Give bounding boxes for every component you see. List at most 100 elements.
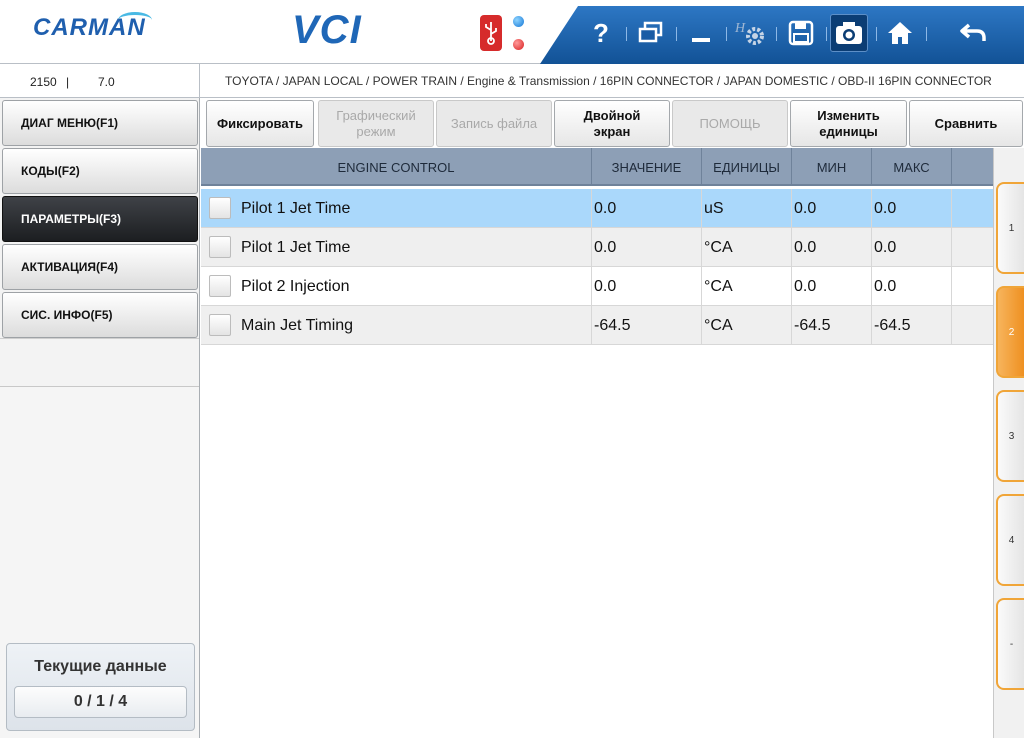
sidebar: ДИАГ МЕНЮ(F1) КОДЫ(F2) ПАРАМЕТРЫ(F3) АКТ… bbox=[0, 98, 200, 738]
settings-icon[interactable]: H bbox=[732, 14, 770, 52]
toolbar-divider bbox=[776, 27, 777, 41]
sidebar-item-parameters[interactable]: ПАРАМЕТРЫ(F3) bbox=[2, 196, 198, 242]
save-icon[interactable] bbox=[782, 14, 820, 52]
param-max: -64.5 bbox=[872, 306, 952, 345]
app-title: VCI bbox=[292, 8, 362, 52]
param-value: -64.5 bbox=[592, 306, 702, 345]
help-icon[interactable]: ? bbox=[582, 14, 620, 52]
page-tab-1[interactable]: 1 bbox=[996, 182, 1024, 274]
param-min: 0.0 bbox=[792, 228, 872, 267]
table-row[interactable]: Pilot 2 Injection 0.0 °CA 0.0 0.0 bbox=[201, 267, 993, 306]
row-checkbox[interactable] bbox=[209, 275, 231, 297]
param-value: 0.0 bbox=[592, 228, 702, 267]
param-min: 0.0 bbox=[792, 267, 872, 306]
help-button[interactable]: ПОМОЩЬ bbox=[672, 100, 788, 147]
logo-arc-icon bbox=[118, 12, 152, 28]
param-name: Pilot 2 Injection bbox=[241, 277, 350, 295]
toolbar-divider bbox=[876, 27, 877, 41]
sidebar-item-label: ПАРАМЕТРЫ(F3) bbox=[21, 212, 121, 226]
sidebar-item-label: СИС. ИНФО(F5) bbox=[21, 308, 113, 322]
sidebar-item-codes[interactable]: КОДЫ(F2) bbox=[2, 148, 198, 194]
dual-screen-label-line2: экран bbox=[593, 123, 631, 139]
live-data-panel: Текущие данные 0 / 1 / 4 bbox=[6, 643, 195, 731]
param-name-cell: Main Jet Timing bbox=[201, 306, 592, 345]
page-tab-5[interactable]: - bbox=[996, 598, 1024, 690]
graph-mode-button[interactable]: Графический режим bbox=[318, 100, 434, 147]
sidebar-item-label: КОДЫ(F2) bbox=[21, 164, 80, 178]
row-checkbox[interactable] bbox=[209, 314, 231, 336]
param-max: 0.0 bbox=[872, 267, 952, 306]
usb-icon bbox=[480, 15, 502, 51]
dual-screen-label-line1: Двойной bbox=[583, 107, 641, 123]
graph-mode-label-line1: Графический bbox=[336, 107, 416, 123]
breadcrumb: TOYOTA / JAPAN LOCAL / POWER TRAIN / Eng… bbox=[225, 74, 992, 88]
compare-button[interactable]: Сравнить bbox=[909, 100, 1023, 147]
param-min: -64.5 bbox=[792, 306, 872, 345]
sidebar-item-diag-menu[interactable]: ДИАГ МЕНЮ(F1) bbox=[2, 100, 198, 146]
status-led-red-icon bbox=[513, 39, 524, 50]
row-checkbox[interactable] bbox=[209, 236, 231, 258]
column-header-min[interactable]: МИН bbox=[792, 148, 872, 186]
toolbar-divider bbox=[926, 27, 927, 41]
window-icon[interactable] bbox=[632, 14, 670, 52]
toolbar-divider bbox=[726, 27, 727, 41]
svg-text:H: H bbox=[734, 21, 746, 36]
page-tab-2[interactable]: 2 bbox=[996, 286, 1024, 378]
dual-screen-button[interactable]: Двойной экран bbox=[554, 100, 670, 147]
param-name: Main Jet Timing bbox=[241, 316, 354, 334]
column-header-max[interactable]: МАКС bbox=[872, 148, 952, 186]
help-label: ПОМОЩЬ bbox=[699, 115, 761, 131]
column-header-name[interactable]: ENGINE CONTROL bbox=[201, 148, 592, 186]
record-file-label: Запись файла bbox=[450, 115, 538, 131]
param-unit: °CA bbox=[702, 228, 792, 267]
fix-button-label: Фиксировать bbox=[217, 115, 303, 131]
home-icon[interactable] bbox=[881, 14, 919, 52]
fix-button[interactable]: Фиксировать bbox=[206, 100, 314, 147]
param-min: 0.0 bbox=[792, 189, 872, 228]
table-row[interactable]: Pilot 1 Jet Time 0.0 uS 0.0 0.0 bbox=[201, 189, 993, 228]
param-unit: °CA bbox=[702, 267, 792, 306]
function-bar: Фиксировать Графический режим Запись фай… bbox=[201, 98, 1024, 148]
compare-label: Сравнить bbox=[934, 115, 998, 131]
info-separator: | bbox=[66, 75, 70, 89]
back-icon[interactable] bbox=[954, 14, 992, 52]
param-value: 0.0 bbox=[592, 189, 702, 228]
row-checkbox[interactable] bbox=[209, 197, 231, 219]
device-code: 2150 bbox=[30, 75, 57, 89]
device-info: 2150 | 7.0 bbox=[0, 64, 200, 98]
graph-mode-label-line2: режим bbox=[356, 123, 396, 139]
param-value: 0.0 bbox=[592, 267, 702, 306]
sidebar-item-label: АКТИВАЦИЯ(F4) bbox=[21, 260, 118, 274]
camera-icon[interactable] bbox=[830, 14, 868, 52]
sidebar-item-system-info[interactable]: СИС. ИНФО(F5) bbox=[2, 292, 198, 338]
param-max: 0.0 bbox=[872, 189, 952, 228]
column-header-units[interactable]: ЕДИНИЦЫ bbox=[702, 148, 792, 186]
info-bar: 2150 | 7.0 TOYOTA / JAPAN LOCAL / POWER … bbox=[0, 64, 1024, 98]
column-header-value[interactable]: ЗНАЧЕНИЕ bbox=[592, 148, 702, 186]
table-row[interactable]: Main Jet Timing -64.5 °CA -64.5 -64.5 bbox=[201, 306, 993, 345]
minimize-icon[interactable] bbox=[682, 14, 720, 52]
param-name-cell: Pilot 1 Jet Time bbox=[201, 189, 592, 228]
sidebar-divider bbox=[0, 338, 199, 339]
change-units-label-line2: единицы bbox=[819, 123, 878, 139]
sidebar-item-activation[interactable]: АКТИВАЦИЯ(F4) bbox=[2, 244, 198, 290]
toolbar-divider bbox=[826, 27, 827, 41]
software-version: 7.0 bbox=[98, 75, 115, 89]
live-data-title: Текущие данные bbox=[34, 658, 167, 675]
param-name-cell: Pilot 2 Injection bbox=[201, 267, 592, 306]
page-tab-4[interactable]: 4 bbox=[996, 494, 1024, 586]
param-name: Pilot 1 Jet Time bbox=[241, 238, 351, 256]
param-name: Pilot 1 Jet Time bbox=[241, 199, 351, 217]
app-header: CARMAN VCI ? H bbox=[0, 0, 1024, 64]
page-tab-3[interactable]: 3 bbox=[996, 390, 1024, 482]
live-data-count: 0 / 1 / 4 bbox=[14, 686, 187, 718]
table-row[interactable]: Pilot 1 Jet Time 0.0 °CA 0.0 0.0 bbox=[201, 228, 993, 267]
param-unit: uS bbox=[702, 189, 792, 228]
change-units-button[interactable]: Изменить единицы bbox=[790, 100, 907, 147]
table-header: ENGINE CONTROL ЗНАЧЕНИЕ ЕДИНИЦЫ МИН МАКС bbox=[201, 148, 993, 186]
sidebar-item-label: ДИАГ МЕНЮ(F1) bbox=[21, 116, 119, 130]
toolbar-divider bbox=[676, 27, 677, 41]
toolbar-divider bbox=[626, 27, 627, 41]
record-file-button[interactable]: Запись файла bbox=[436, 100, 552, 147]
status-led-blue-icon bbox=[513, 16, 524, 27]
